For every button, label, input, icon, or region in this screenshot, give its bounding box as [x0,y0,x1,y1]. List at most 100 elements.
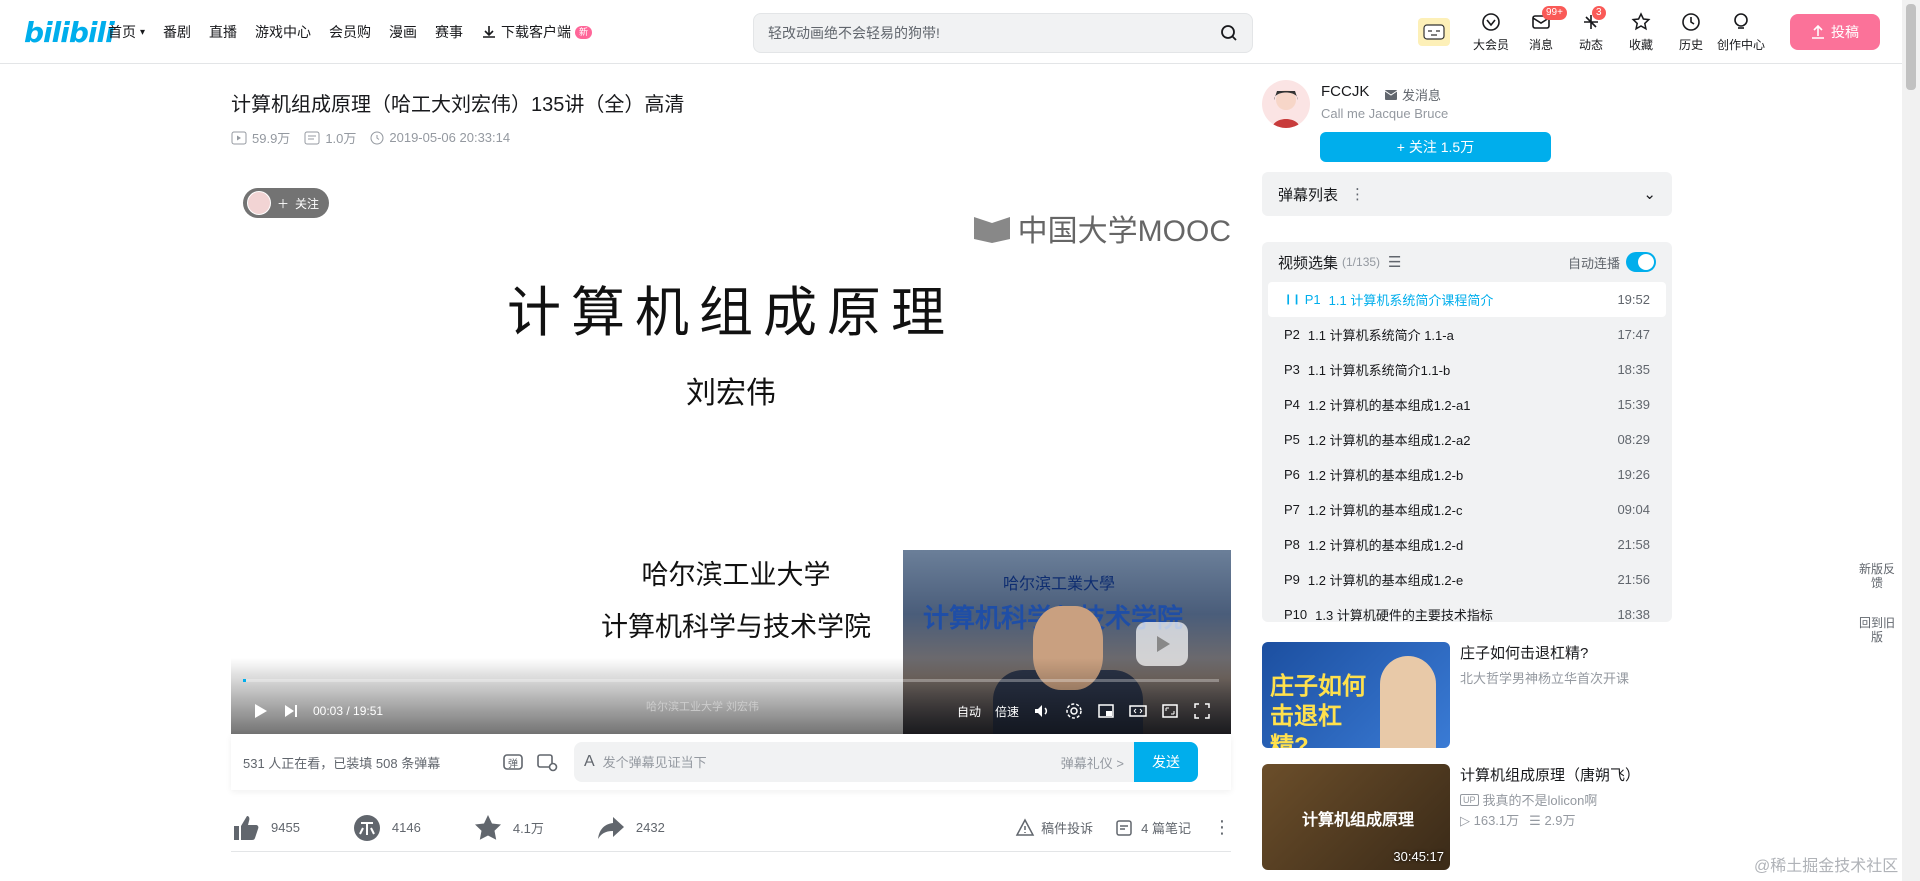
text-style-icon[interactable]: A [584,753,595,771]
nav-shop[interactable]: 会员购 [329,22,371,42]
back-to-old-version-button[interactable]: 回到旧版 [1857,610,1897,650]
notes-button[interactable]: 4 篇笔记 [1115,818,1191,838]
rec-title-2[interactable]: 计算机组成原理（唐朔飞） [1460,764,1640,785]
follow-chip-label: 关注 [295,196,320,211]
favorite-button[interactable]: 4.1万 [473,813,544,843]
episode-item[interactable]: P2 1.1 计算机系统简介 1.1-a 17:47 [1268,317,1666,352]
list-view-icon[interactable]: ☰ [1388,253,1401,271]
episode-number: P8 [1284,537,1300,552]
next-episode-icon[interactable] [283,703,299,719]
nav-messages[interactable]: 99+ 消息 [1516,5,1567,53]
episode-duration: 15:39 [1617,397,1650,412]
progress-bar[interactable] [243,679,1219,682]
more-options-icon[interactable]: ⋮ [1350,185,1365,203]
episode-title: 1.2 计算机的基本组成1.2-a1 [1307,398,1471,413]
nav-manga[interactable]: 漫画 [389,22,417,42]
fullscreen-icon[interactable] [1193,702,1211,720]
nav-dynamics[interactable]: 3 动态 [1566,5,1616,53]
nav-anime[interactable]: 番剧 [163,22,191,42]
notes-label: 4 篇笔记 [1141,821,1191,836]
nav-game-center[interactable]: 游戏中心 [255,22,311,42]
nav-history-label: 历史 [1678,37,1703,52]
video-player[interactable]: ＋ 关注 中国大学MOOC 计算机组成原理 刘宏伟 哈尔滨工业大学 计算机科学与技术… [231,172,1231,734]
web-fullscreen-icon[interactable] [1161,702,1179,720]
upload-button[interactable]: 投稿 [1790,14,1880,50]
danmaku-toggle-icon-glyph: 弹 [503,754,523,770]
episode-item[interactable]: P3 1.1 计算机系统简介1.1-b 18:35 [1268,352,1666,387]
nav-download-client[interactable]: 下载客户端 新 [481,22,593,42]
volume-icon[interactable] [1033,702,1051,720]
more-options-icon[interactable]: ⋮ [1213,817,1231,838]
pip-play-button[interactable] [1136,622,1188,666]
recommendation-card-1[interactable]: 庄子如何击退杠精? 庄子如何击退杠精? 北大哲学男神杨立华首次开课 [1262,642,1682,748]
widescreen-icon[interactable] [1129,702,1147,720]
nav-creator-center[interactable]: 创作中心 [1716,12,1766,53]
nav-live-label: 直播 [209,24,238,40]
search-icon[interactable] [1220,24,1238,42]
episode-item[interactable]: P7 1.2 计算机的基本组成1.2-c 09:04 [1268,492,1666,527]
slide-title: 计算机组成原理 [507,281,955,344]
danmaku-settings-glyph [537,754,558,772]
episode-item[interactable]: ❙❙ P1 1.1 计算机系统简介课程简介 19:52 [1268,282,1666,317]
rec-stats-2: ▷ 163.1万 ☰ 2.9万 [1460,810,1576,829]
rec-thumbnail-1[interactable]: 庄子如何击退杠精? [1262,642,1450,748]
new-version-feedback-button[interactable]: 新版反馈 [1857,556,1897,596]
video-meta: 59.9万 1.0万 2019-05-06 20:33:14 [231,128,510,147]
episode-number: P5 [1284,432,1300,447]
share-count: 2432 [635,820,665,835]
pip-mode-icon[interactable] [1097,702,1115,720]
danmaku-etiquette-link[interactable]: 弹幕礼仪 > [1061,753,1124,772]
player-follow-chip[interactable]: ＋ 关注 [243,188,330,218]
danmaku-list-panel[interactable]: 弹幕列表 ⋮ ⌄ [1262,172,1672,216]
episode-item[interactable]: P4 1.2 计算机的基本组成1.2-a1 15:39 [1268,387,1666,422]
nav-favorites[interactable]: 收藏 [1616,11,1666,53]
nav-vip[interactable]: 大会员 [1466,12,1516,53]
episode-number: P3 [1284,362,1300,377]
user-avatar[interactable] [1418,18,1450,46]
episode-item[interactable]: P5 1.2 计算机的基本组成1.2-a2 08:29 [1268,422,1666,457]
nav-esports[interactable]: 赛事 [435,22,463,42]
rec-thumbnail-2[interactable]: 计算机组成原理 30:45:17 [1262,764,1450,870]
autoplay-toggle[interactable] [1626,252,1656,272]
episode-item[interactable]: P8 1.2 计算机的基本组成1.2-d 21:58 [1268,527,1666,562]
uploader-name[interactable]: FCCJK [1321,83,1369,100]
bilibili-logo[interactable]: bilibili [24,16,115,49]
quality-auto-button[interactable]: 自动 [957,703,981,720]
coin-button[interactable]: 4146 [352,813,421,843]
danmaku-input[interactable] [602,754,1061,770]
episode-item[interactable]: P10 1.3 计算机硬件的主要技术指标 18:38 [1268,597,1666,622]
danmaku-input-box: A 弹幕礼仪 > [574,742,1134,782]
uploader-avatar[interactable] [1262,80,1310,128]
rec-author-1[interactable]: 北大哲学男神杨立华首次开课 [1460,668,1629,687]
chevron-down-icon[interactable]: ⌄ [1643,185,1656,203]
settings-gear-icon[interactable] [1065,702,1083,720]
nav-home[interactable]: 首页 ▾ [108,22,145,42]
episode-item[interactable]: P9 1.2 计算机的基本组成1.2-e 21:56 [1268,562,1666,597]
episode-number: P9 [1284,572,1300,587]
rec-title-1[interactable]: 庄子如何击退杠精? [1460,642,1588,663]
send-message-button[interactable]: 发消息 [1384,85,1441,104]
report-button[interactable]: 稿件投诉 [1015,817,1094,838]
nav-history[interactable]: 历史 [1666,12,1716,53]
rec-author-2[interactable]: UP 我真的不是lolicon啊 [1460,790,1597,809]
share-button[interactable]: 2432 [596,813,665,843]
download-icon [483,26,496,38]
search-input[interactable] [768,25,1220,41]
episode-item[interactable]: P6 1.2 计算机的基本组成1.2-b 19:26 [1268,457,1666,492]
episode-list-header: 视频选集 (1/135) ☰ 自动连播 [1262,242,1672,282]
speed-button[interactable]: 倍速 [995,703,1019,720]
player-controls: 哈尔滨工业大学 刘宏伟 00:03 / 19:51 自动 倍速 [231,658,1231,734]
play-icon[interactable] [251,702,269,720]
episode-title: 1.1 计算机系统简介课程简介 [1328,293,1494,308]
report-label: 稿件投诉 [1041,821,1094,836]
page-scrollbar[interactable] [1902,0,1920,881]
danmaku-settings-icon[interactable] [533,748,561,776]
follow-button[interactable]: + 关注 1.5万 [1320,132,1551,162]
recommendation-card-2[interactable]: 计算机组成原理 30:45:17 计算机组成原理（唐朔飞） UP 我真的不是lol… [1262,764,1682,870]
send-danmaku-button[interactable]: 发送 [1134,742,1198,782]
danmaku-toggle-icon[interactable]: 弹 [499,748,527,776]
nav-live[interactable]: 直播 [209,22,237,42]
scrollbar-thumb[interactable] [1906,4,1916,90]
episode-title: 1.1 计算机系统简介1.1-b [1307,363,1451,378]
like-button[interactable]: 9455 [231,813,300,843]
